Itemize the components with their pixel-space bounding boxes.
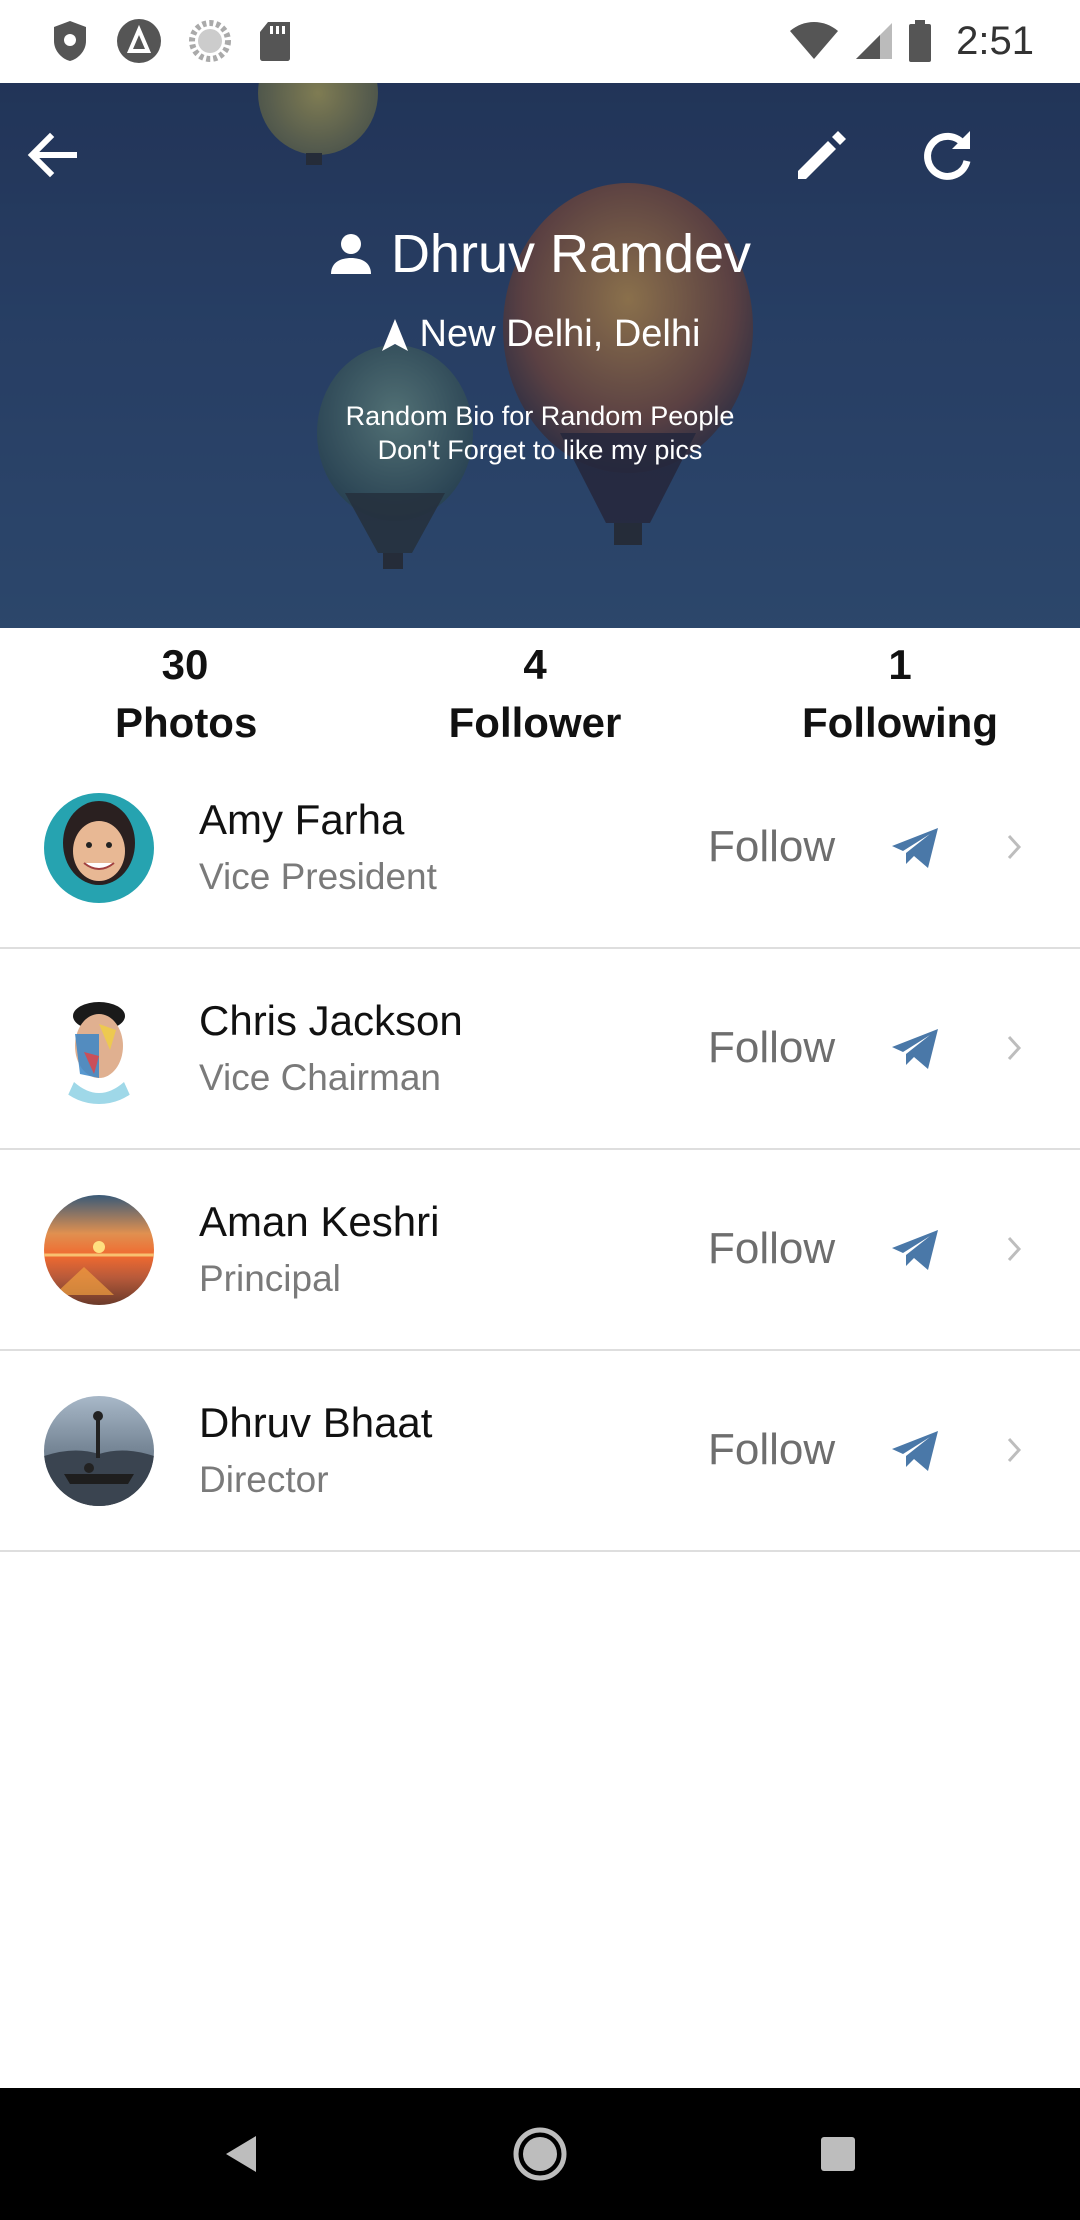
bio-line-2: Don't Forget to like my pics	[377, 435, 703, 465]
stat-following-label: Following	[802, 699, 998, 746]
follow-button[interactable]: Follow	[708, 1425, 835, 1475]
chevron-right-icon[interactable]	[1003, 830, 1027, 864]
profile-name-row: Dhruv Ramdev	[0, 223, 1080, 285]
list-item[interactable]: Chris Jackson Vice Chairman Follow	[0, 949, 1080, 1150]
battery-icon	[909, 20, 932, 62]
navigation-arrow-icon	[381, 318, 408, 351]
bio-line-1: Random Bio for Random People	[345, 401, 735, 431]
chevron-right-icon[interactable]	[1003, 1031, 1027, 1065]
person-title: Vice Chairman	[199, 1057, 441, 1098]
avatar[interactable]	[44, 994, 154, 1104]
send-icon[interactable]	[890, 826, 940, 870]
arrow-back-icon	[27, 132, 77, 178]
profile-name: Dhruv Ramdev	[390, 224, 752, 284]
stat-following[interactable]: 1 Following	[795, 638, 1005, 754]
send-icon[interactable]	[890, 1429, 940, 1473]
sync-icon	[189, 20, 231, 62]
back-button[interactable]	[10, 113, 94, 197]
stat-followers-label: Follower	[448, 699, 622, 746]
stat-photos-value: 30	[161, 641, 209, 688]
send-icon[interactable]	[890, 1027, 940, 1071]
refresh-icon	[924, 131, 971, 180]
follow-button[interactable]: Follow	[708, 1224, 835, 1274]
person-name: Dhruv Bhaat	[199, 1399, 433, 1446]
send-icon[interactable]	[890, 1228, 940, 1272]
stat-photos[interactable]: 30 Photos	[115, 638, 258, 754]
nav-back-button[interactable]	[212, 2124, 272, 2184]
system-navigation-bar	[0, 2088, 1080, 2220]
avatar[interactable]	[44, 793, 154, 903]
list-item[interactable]: Aman Keshri Principal Follow	[0, 1150, 1080, 1351]
chevron-right-icon[interactable]	[1003, 1232, 1027, 1266]
pencil-icon	[798, 131, 846, 179]
person-title: Vice President	[199, 856, 437, 897]
clock: 2:51	[956, 18, 1034, 63]
chevron-right-icon[interactable]	[1003, 1433, 1027, 1467]
profile-location: New Delhi, Delhi	[419, 313, 701, 355]
refresh-button[interactable]	[906, 113, 990, 197]
stat-following-value: 1	[888, 641, 912, 688]
person-name: Aman Keshri	[199, 1198, 440, 1245]
autofill-icon	[117, 19, 161, 63]
nav-back-icon	[226, 2136, 256, 2172]
person-title: Principal	[199, 1258, 341, 1299]
signal-icon	[856, 23, 893, 59]
avatar-image	[44, 793, 154, 903]
edit-button[interactable]	[780, 113, 864, 197]
list-item[interactable]: Amy Farha Vice President Follow	[0, 748, 1080, 949]
profile-bio: Random Bio for Random People Don't Forge…	[0, 399, 1080, 467]
follow-button[interactable]: Follow	[708, 822, 835, 872]
status-bar: 2:51	[0, 0, 1080, 83]
list-item[interactable]: Dhruv Bhaat Director Follow	[0, 1351, 1080, 1552]
avatar[interactable]	[44, 1195, 154, 1305]
avatar[interactable]	[44, 1396, 154, 1506]
nav-home-icon	[513, 2127, 567, 2181]
profile-stats: 30 Photos 4 Follower 1 Following	[0, 628, 1080, 758]
avatar-image	[44, 994, 154, 1104]
people-list: Amy Farha Vice President Follow Chris Ja…	[0, 748, 1080, 1552]
avatar-image	[44, 1396, 154, 1506]
stat-followers[interactable]: 4 Follower	[445, 638, 625, 754]
stat-photos-label: Photos	[115, 699, 258, 746]
stat-followers-value: 4	[523, 641, 547, 688]
nav-home-button[interactable]	[510, 2124, 570, 2184]
follow-button[interactable]: Follow	[708, 1023, 835, 1073]
profile-header: Dhruv Ramdev New Delhi, Delhi Random Bio…	[0, 83, 1080, 628]
wifi-icon	[790, 22, 839, 59]
sd-card-icon	[260, 22, 290, 61]
person-name: Amy Farha	[199, 796, 405, 843]
shield-icon	[54, 21, 86, 61]
profile-location-row: New Delhi, Delhi	[0, 313, 1080, 356]
person-name: Chris Jackson	[199, 997, 463, 1044]
person-icon	[330, 234, 371, 274]
nav-recents-button[interactable]	[808, 2124, 868, 2184]
person-title: Director	[199, 1459, 329, 1500]
nav-recents-icon	[821, 2137, 855, 2171]
avatar-image	[44, 1195, 154, 1305]
